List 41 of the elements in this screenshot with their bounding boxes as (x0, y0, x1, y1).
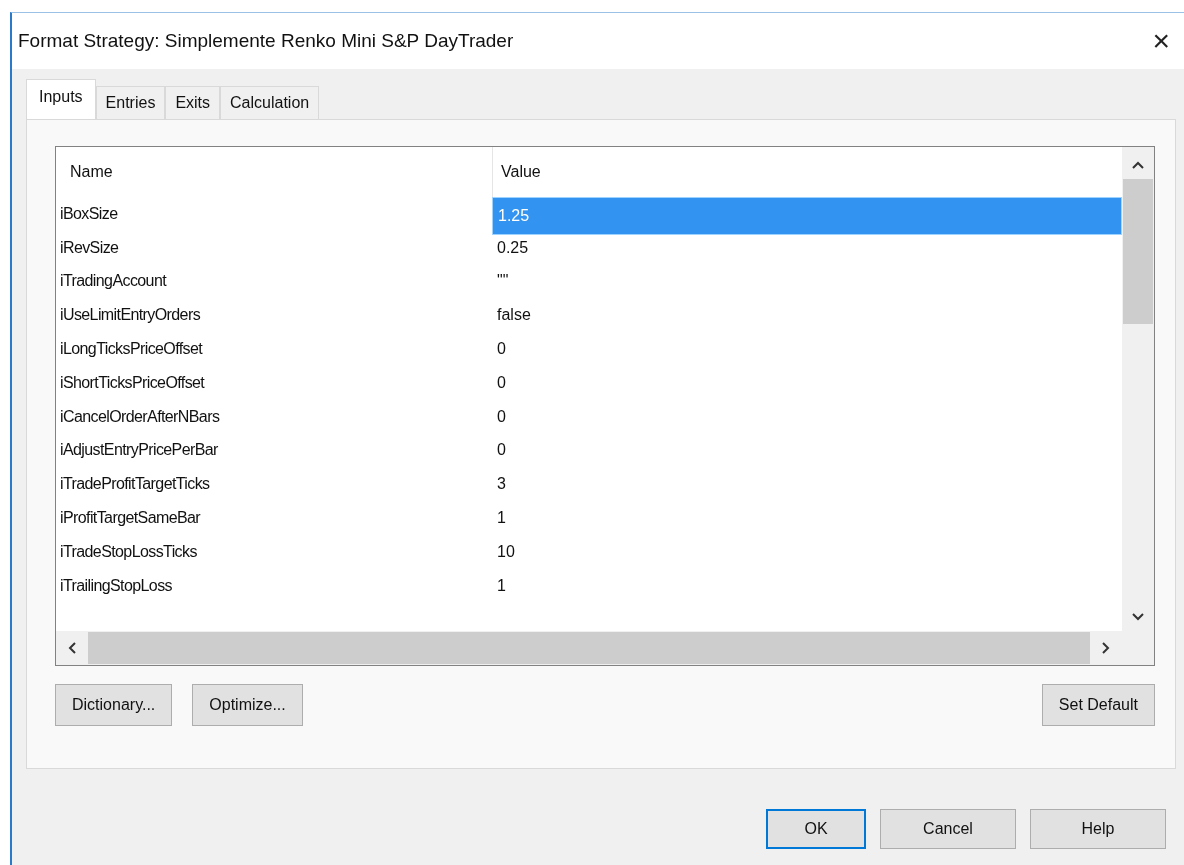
dialog-button[interactable]: Cancel (880, 809, 1016, 849)
scroll-thumb[interactable] (1123, 179, 1153, 324)
scroll-down-icon[interactable] (1132, 613, 1144, 621)
tab[interactable]: Calculation (220, 86, 320, 119)
table-cell-text: iBoxSize (59, 203, 119, 224)
dialog-button[interactable]: OK (766, 809, 866, 849)
table-cell-text: iTradeProfitTargetTicks (59, 474, 211, 495)
table-cell-text: iTrailingStopLoss (59, 575, 173, 596)
tab[interactable]: Inputs (26, 79, 96, 119)
table-cell-text: iProfitTargetSameBar (59, 508, 202, 529)
tab[interactable]: Exits (165, 86, 221, 119)
table-cell-text: iTradeStopLossTicks (59, 541, 198, 562)
column-header[interactable]: Name (56, 147, 492, 197)
scroll-right-icon[interactable] (1102, 642, 1110, 654)
table-cell[interactable]: 0 (492, 332, 1122, 366)
table-cell[interactable]: 3 (492, 467, 1122, 502)
table-cell[interactable]: false (492, 298, 1122, 333)
table-cell[interactable]: 1 (492, 501, 1122, 535)
dictionary-button[interactable]: Dictionary... (55, 684, 173, 726)
window-title: Format Strategy: Simplemente Renko Mini S&P DayTrader (18, 30, 514, 52)
table-cell[interactable]: 0 (492, 366, 1122, 400)
table-cell-text: iCancelOrderAfterNBars (59, 406, 221, 427)
scroll-up-icon[interactable] (1132, 161, 1144, 169)
table-cell[interactable]: "" (492, 264, 1122, 299)
table-cell-text: iTradingAccount (59, 271, 168, 292)
table-cell[interactable]: 0 (492, 433, 1122, 468)
table-cell-text: iRevSize (59, 237, 120, 258)
set-default-button[interactable]: Set Default (1041, 684, 1155, 726)
table-cell[interactable]: 1 (492, 568, 1122, 603)
table-cell-text: iLongTicksPriceOffset (59, 339, 204, 360)
table-cell-text: iUseLimitEntryOrders (59, 305, 202, 326)
scroll-left-icon[interactable] (68, 642, 76, 654)
vertical-scrollbar[interactable] (1122, 147, 1154, 631)
table-cell[interactable]: 10 (492, 534, 1122, 569)
close-button[interactable]: × (1146, 26, 1176, 56)
tab[interactable]: Entries (95, 86, 166, 119)
dialog-button[interactable]: Help (1030, 809, 1166, 849)
optimize-button[interactable]: Optimize... (192, 684, 303, 726)
table-cell-text: iShortTicksPriceOffset (59, 372, 206, 393)
table-cell-text: iAdjustEntryPricePerBar (59, 440, 219, 461)
table-cell[interactable]: 0 (492, 399, 1122, 434)
